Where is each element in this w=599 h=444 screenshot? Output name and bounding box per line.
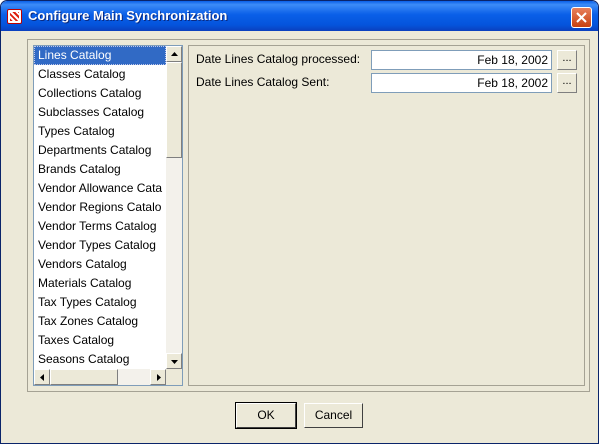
title-bar[interactable]: Configure Main Synchronization	[1, 1, 598, 31]
ok-button[interactable]: OK	[235, 402, 297, 429]
list-item[interactable]: Types Catalog	[34, 122, 166, 141]
scroll-right-button[interactable]	[150, 369, 166, 385]
list-item[interactable]: Lines Catalog	[34, 46, 166, 65]
processed-date-label: Date Lines Catalog processed:	[196, 52, 361, 66]
main-panel: Lines Catalog Classes Catalog Collections …	[27, 39, 590, 392]
horizontal-scrollbar[interactable]	[34, 369, 166, 385]
arrow-down-icon	[171, 360, 178, 364]
vertical-scrollbar[interactable]	[166, 46, 182, 369]
horizontal-scroll-thumb[interactable]	[50, 369, 118, 385]
arrow-up-icon	[171, 52, 178, 56]
dialog-window: Configure Main Synchronization Lines Cat…	[0, 0, 599, 444]
list-item[interactable]: Vendor Regions Catalo	[34, 198, 166, 217]
list-item[interactable]: Brands Catalog	[34, 160, 166, 179]
arrow-left-icon	[40, 374, 44, 381]
list-item[interactable]: Collections Catalog	[34, 84, 166, 103]
list-item[interactable]: Classes Catalog	[34, 65, 166, 84]
arrow-right-icon	[157, 374, 161, 381]
dialog-content: Lines Catalog Classes Catalog Collections …	[5, 31, 594, 441]
scroll-corner	[166, 369, 182, 385]
close-icon	[576, 12, 587, 23]
list-item[interactable]: Departments Catalog	[34, 141, 166, 160]
list-item[interactable]: Taxes Catalog	[34, 331, 166, 350]
list-item[interactable]: Vendor Types Catalog	[34, 236, 166, 255]
details-panel: Date Lines Catalog processed: Feb 18, 20…	[188, 45, 585, 386]
sent-date-field[interactable]: Feb 18, 2002	[371, 73, 552, 93]
catalog-list-container: Lines Catalog Classes Catalog Collections …	[33, 45, 183, 386]
sent-date-label: Date Lines Catalog Sent:	[196, 75, 330, 89]
scroll-up-button[interactable]	[166, 46, 182, 62]
sent-date-browse-button[interactable]: ...	[557, 73, 577, 93]
list-item[interactable]: Vendor Allowance Cata	[34, 179, 166, 198]
list-item[interactable]: Tax Zones Catalog	[34, 312, 166, 331]
list-item[interactable]: Subclasses Catalog	[34, 103, 166, 122]
list-item[interactable]: Tax Types Catalog	[34, 293, 166, 312]
list-item[interactable]: Seasons Catalog	[34, 350, 166, 369]
scroll-down-button[interactable]	[166, 353, 182, 369]
list-item[interactable]: Vendor Terms Catalog	[34, 217, 166, 236]
list-item[interactable]: Materials Catalog	[34, 274, 166, 293]
close-button[interactable]	[571, 7, 592, 28]
catalog-list[interactable]: Lines Catalog Classes Catalog Collections …	[34, 46, 166, 369]
cancel-button[interactable]: Cancel	[304, 403, 363, 428]
processed-date-browse-button[interactable]: ...	[557, 50, 577, 70]
list-item[interactable]: Vendors Catalog	[34, 255, 166, 274]
app-icon	[7, 9, 22, 24]
processed-date-field[interactable]: Feb 18, 2002	[371, 50, 552, 70]
scroll-left-button[interactable]	[34, 369, 50, 385]
window-title: Configure Main Synchronization	[28, 8, 228, 23]
vertical-scroll-thumb[interactable]	[166, 62, 182, 158]
